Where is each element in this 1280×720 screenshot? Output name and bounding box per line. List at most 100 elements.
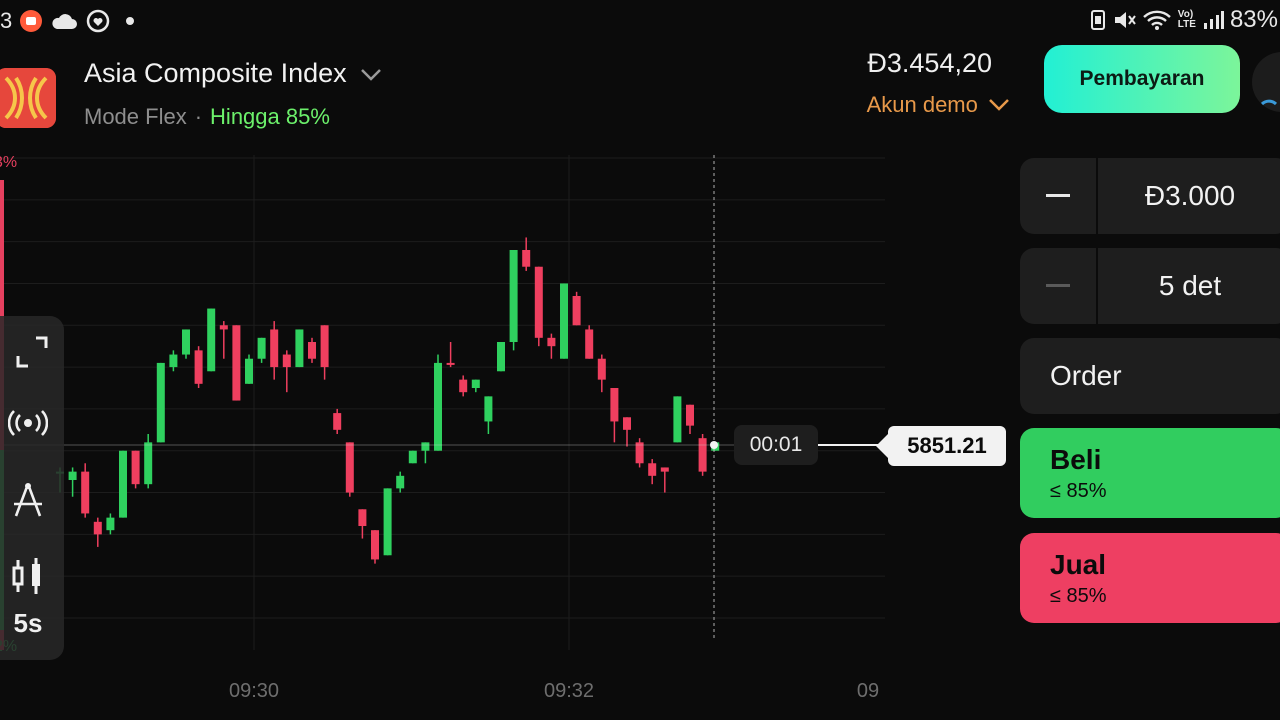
- account-selector[interactable]: Akun demo: [867, 92, 1010, 118]
- current-price-tag: 5851.21: [876, 426, 1006, 466]
- amount-stepper: Đ3.000: [1020, 158, 1280, 234]
- timeframe-button[interactable]: 5s: [6, 608, 50, 639]
- candle-body: [471, 379, 480, 388]
- chart-grid: [0, 155, 885, 650]
- candle-body: [295, 329, 304, 368]
- candle-body: [245, 358, 253, 384]
- fullscreen-button[interactable]: [10, 334, 54, 377]
- sell-label: Jual: [1050, 548, 1107, 580]
- minus-icon: [1046, 194, 1070, 197]
- wifi-icon: [1142, 10, 1171, 30]
- candle-body: [182, 329, 190, 355]
- compass-draw-icon: [14, 483, 42, 517]
- status-left: 3: [0, 8, 135, 34]
- time-tick-label: 09: [857, 680, 879, 702]
- user-menu-icon: [1260, 99, 1278, 106]
- amount-value[interactable]: Đ3.000: [1100, 158, 1280, 234]
- candle-body: [131, 450, 140, 485]
- candle-body: [81, 471, 90, 514]
- account-type: Akun demo: [866, 92, 978, 117]
- candle-body: [421, 442, 430, 451]
- drawing-tools-button[interactable]: [6, 480, 50, 527]
- candle-body: [308, 342, 316, 359]
- candle-body: [497, 342, 505, 372]
- candle-body: [446, 362, 455, 365]
- candle-body: [534, 266, 543, 338]
- candle-body: [169, 354, 178, 368]
- asset-subtitle: Mode Flex · Hingga 85%: [84, 104, 330, 130]
- buy-payout: ≤ 85%: [1050, 479, 1107, 502]
- candle-body: [320, 325, 329, 368]
- expiry-timer: 00:01: [734, 425, 818, 465]
- candle-body: [585, 329, 594, 359]
- asset-name: Asia Composite Index: [84, 58, 347, 88]
- candles: [56, 237, 720, 564]
- amount-decrease-button[interactable]: [1020, 158, 1098, 234]
- candle-body: [257, 337, 266, 359]
- asset-logo[interactable]: [0, 68, 56, 128]
- buy-button[interactable]: Beli ≤ 85%: [1020, 428, 1280, 518]
- range-percent-top: 3%: [0, 154, 18, 171]
- duration-decrease-button[interactable]: [1020, 248, 1098, 324]
- account-balance: Đ3.454,20: [867, 48, 992, 78]
- candle-body: [560, 283, 568, 359]
- candle-body: [459, 379, 468, 393]
- order-label: Order: [1050, 360, 1122, 391]
- duration-stepper: 5 det: [1020, 248, 1280, 324]
- duration-value[interactable]: 5 det: [1100, 248, 1280, 324]
- chevron-down-icon: [989, 99, 1009, 111]
- mute-icon: [1114, 12, 1136, 28]
- candle-body: [282, 354, 291, 368]
- chevron-down-icon: [361, 69, 382, 81]
- time-tick-label: 09:30: [229, 680, 279, 702]
- status-left-text: 3: [0, 8, 13, 33]
- candle-body: [358, 509, 367, 526]
- broadcast-icon: [7, 410, 49, 436]
- sell-button[interactable]: Jual ≤ 85%: [1020, 533, 1280, 623]
- candle-body: [345, 442, 354, 493]
- candle-body: [194, 350, 203, 384]
- payment-button[interactable]: Pembayaran: [1044, 45, 1240, 113]
- candle-body: [648, 463, 657, 476]
- candle-body: [371, 530, 379, 560]
- candle-body: [106, 517, 115, 531]
- chart-type-button[interactable]: [6, 556, 50, 603]
- signals-button[interactable]: [6, 408, 50, 445]
- candle-body: [547, 337, 556, 347]
- candle-body: [144, 442, 153, 485]
- candle-body: [698, 438, 707, 472]
- volte-icon: Vo) LTE: [1177, 9, 1196, 30]
- buy-label: Beli: [1050, 443, 1102, 475]
- candle-body: [434, 362, 442, 451]
- candle-body: [93, 521, 102, 535]
- avatar[interactable]: [1252, 52, 1280, 112]
- nfc-icon: [1090, 10, 1105, 30]
- candle-body: [686, 404, 694, 426]
- candle-body: [610, 388, 619, 422]
- candle-body: [484, 396, 493, 422]
- battery-text: 83%: [1229, 6, 1278, 33]
- asset-logo-icon: [0, 68, 56, 128]
- current-price-dot: [710, 441, 718, 449]
- candle-body: [219, 325, 228, 330]
- chart-toolbar: 5s: [0, 316, 64, 660]
- sell-payout: ≤ 85%: [1050, 584, 1107, 607]
- expand-icon: [16, 336, 48, 368]
- candle-body: [119, 450, 127, 518]
- asset-selector[interactable]: Asia Composite Index: [84, 58, 382, 89]
- candle-body: [207, 308, 216, 372]
- separator-dot: ·: [194, 104, 203, 129]
- candle-body: [660, 467, 669, 472]
- signal-icon: [1203, 11, 1224, 29]
- time-axis: 09:30 09:32 09: [229, 680, 879, 702]
- candle-body: [623, 417, 631, 430]
- candle-body: [408, 450, 417, 464]
- candle-body: [333, 413, 342, 430]
- notification-dot-icon: [126, 17, 135, 25]
- order-row[interactable]: Order: [1020, 338, 1280, 414]
- asset-mode: Mode Flex: [84, 104, 187, 129]
- candle-body: [396, 475, 405, 489]
- status-right: Vo) LTE 83%: [1090, 6, 1278, 34]
- candlestick-icon: [12, 558, 40, 594]
- time-tick-label: 09:32: [544, 680, 594, 702]
